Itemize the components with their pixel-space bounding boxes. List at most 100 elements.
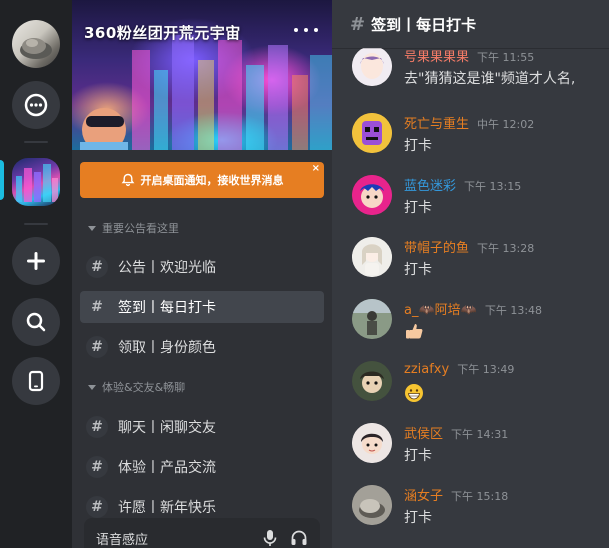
voice-activity-label: 语音感应	[96, 533, 149, 548]
anime-girl-avatar-icon	[352, 237, 392, 277]
thumbs-up-emoji-icon	[406, 324, 423, 339]
hash-icon: #	[86, 416, 108, 438]
username[interactable]: 涵女子	[404, 485, 443, 504]
timestamp: 下午 14:31	[451, 428, 509, 441]
hash-icon: #	[86, 456, 108, 478]
username[interactable]: 带帽子的鱼	[404, 237, 469, 256]
avatar[interactable]	[352, 46, 392, 86]
message-text: 打卡	[404, 200, 432, 216]
message-text: 去"猜猜这是谁"频道才人名,	[404, 71, 576, 87]
message-text: 打卡	[404, 138, 432, 154]
channel-product[interactable]: # 体验丨产品交流	[80, 451, 324, 483]
username[interactable]: a_🦇阿培🦇	[404, 299, 477, 318]
purple-robot-avatar-icon	[352, 113, 392, 153]
avatar[interactable]	[352, 423, 392, 463]
username[interactable]: 武侯区	[404, 423, 443, 442]
close-icon[interactable]: ×	[312, 164, 320, 174]
chat-message: 号果果果果 下午 11:55 去"猜猜这是谁"频道才人名,	[352, 46, 609, 98]
timestamp: 下午 11:55	[477, 51, 535, 64]
channel-role-color[interactable]: # 领取丨身份颜色	[80, 331, 324, 363]
message-text: 打卡	[404, 510, 432, 526]
direct-messages-button[interactable]	[12, 81, 60, 129]
channel-sidebar: 360粉丝团开荒元宇宙 开启桌面通知，接收世界消息 × 重要公告看这里 # 公告…	[72, 0, 332, 548]
server-name: 360粉丝团开荒元宇宙	[84, 24, 241, 42]
chat-bubble-icon	[24, 93, 48, 117]
explore-servers-button[interactable]	[12, 298, 60, 346]
category-announcements[interactable]: 重要公告看这里	[88, 220, 179, 236]
city-illustration	[80, 35, 332, 150]
chat-message: 蓝色迷彩 下午 13:15 打卡	[352, 175, 609, 227]
desktop-notification-banner[interactable]: 开启桌面通知，接收世界消息 ×	[80, 162, 324, 198]
doll-avatar-icon	[352, 423, 392, 463]
message-text	[404, 321, 424, 345]
rail-divider	[24, 141, 48, 143]
server-icon-360[interactable]	[12, 158, 60, 206]
chat-message: 死亡与重生 中午 12:02 打卡	[352, 113, 609, 165]
message-text: 打卡	[404, 448, 432, 464]
category-label: 体验&交友&畅聊	[102, 381, 186, 394]
active-server-indicator	[0, 160, 4, 200]
avatar[interactable]	[352, 299, 392, 339]
rock-avatar-icon	[20, 38, 52, 59]
chat-message: 涵女子 下午 15:18 打卡	[352, 485, 609, 537]
channel-label: 公告丨欢迎光临	[118, 260, 216, 276]
voice-activity-bar: 语音感应	[84, 518, 320, 548]
chevron-down-icon	[88, 225, 96, 231]
username[interactable]: 死亡与重生	[404, 113, 469, 132]
message-text	[404, 383, 424, 407]
username[interactable]: zziafxy	[404, 362, 449, 377]
server-thumbnail-icon	[16, 164, 58, 202]
category-label: 重要公告看这里	[102, 222, 179, 235]
timestamp: 中午 12:02	[477, 118, 535, 131]
add-server-button[interactable]	[12, 237, 60, 285]
headphones-icon[interactable]	[290, 529, 308, 547]
phone-icon	[28, 370, 44, 392]
grin-emoji-icon	[405, 384, 423, 402]
download-app-button[interactable]	[12, 357, 60, 405]
search-icon	[26, 312, 46, 332]
hash-icon: #	[350, 13, 366, 35]
timestamp: 下午 15:18	[451, 490, 509, 503]
avatar[interactable]	[352, 237, 392, 277]
avatar[interactable]	[352, 175, 392, 215]
channel-title: 签到丨每日打卡	[371, 15, 477, 34]
message-text: 打卡	[404, 262, 432, 278]
channel-label: 体验丨产品交流	[118, 460, 216, 476]
avatar[interactable]	[352, 113, 392, 153]
chevron-down-icon	[88, 384, 96, 390]
pink-face-avatar-icon	[352, 175, 392, 215]
user-avatar-button[interactable]	[12, 20, 60, 68]
channel-checkin[interactable]: # 签到丨每日打卡	[80, 291, 324, 323]
channel-label: 聊天丨闲聊交友	[118, 420, 216, 436]
chat-message: 带帽子的鱼 下午 13:28 打卡	[352, 237, 609, 289]
timestamp: 下午 13:28	[477, 242, 535, 255]
chat-panel: # 签到丨每日打卡 号果果果果 下午 11:55 去"猜猜这是谁"频道才人名,	[332, 0, 609, 548]
hash-icon: #	[86, 256, 108, 278]
channel-announcement[interactable]: # 公告丨欢迎光临	[80, 251, 324, 283]
channel-label: 许愿丨新年快乐	[118, 500, 216, 516]
channel-label: 签到丨每日打卡	[118, 300, 216, 316]
chat-header: # 签到丨每日打卡	[332, 0, 609, 48]
chat-message: a_🦇阿培🦇 下午 13:48	[352, 299, 609, 351]
bell-icon	[121, 173, 134, 187]
hash-icon: #	[91, 299, 103, 315]
server-banner: 360粉丝团开荒元宇宙	[72, 0, 332, 150]
chat-message: 武侯区 下午 14:31 打卡	[352, 423, 609, 475]
timestamp: 下午 13:48	[484, 304, 543, 317]
rail-divider	[24, 223, 48, 225]
timestamp: 下午 13:49	[457, 363, 515, 376]
avatar[interactable]	[352, 485, 392, 525]
notification-text: 开启桌面通知，接收世界消息	[140, 174, 284, 187]
rock-avatar-icon	[352, 485, 392, 525]
server-rail	[0, 0, 72, 548]
category-social[interactable]: 体验&交友&畅聊	[88, 379, 185, 395]
hash-icon: #	[86, 496, 108, 518]
channel-chat[interactable]: # 聊天丨闲聊交友	[80, 411, 324, 443]
avatar[interactable]	[352, 361, 392, 401]
channel-label: 领取丨身份颜色	[118, 340, 216, 356]
username[interactable]: 蓝色迷彩	[404, 175, 456, 194]
microphone-icon[interactable]	[262, 529, 278, 547]
username[interactable]: 号果果果果	[404, 46, 469, 65]
hash-icon: #	[86, 336, 108, 358]
more-options-icon[interactable]	[294, 22, 318, 38]
